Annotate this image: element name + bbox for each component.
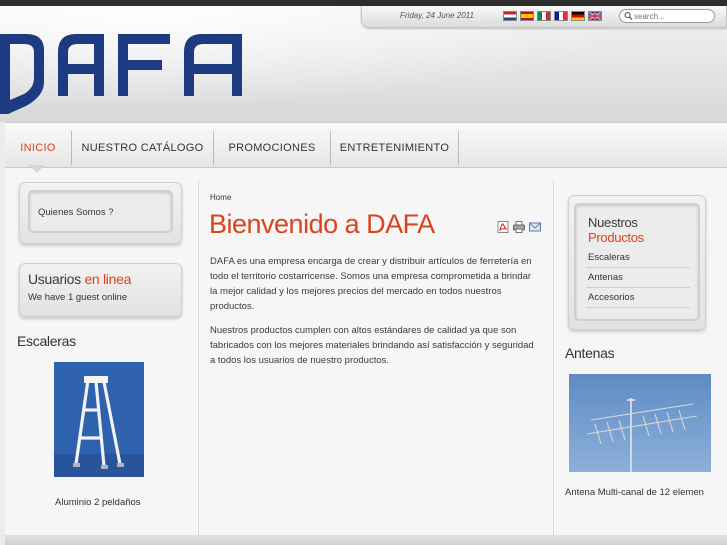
products-title-line1: Nuestros <box>588 215 638 230</box>
pdf-icon[interactable] <box>497 221 509 233</box>
nav-item-inicio[interactable]: INICIO <box>5 131 72 165</box>
email-icon[interactable] <box>529 221 541 233</box>
footer-bar <box>5 535 727 545</box>
usuarios-title-text: Usuarios <box>28 271 81 287</box>
active-nav-pointer <box>29 165 45 173</box>
nav-item-catalogo[interactable]: NUESTRO CATÁLOGO <box>72 131 214 165</box>
antenna-image[interactable] <box>569 374 711 472</box>
products-title: Nuestros Productos <box>588 215 644 245</box>
quienes-somos-link[interactable]: Quienes Somos ? <box>38 207 114 218</box>
escaleras-title: Escaleras <box>17 333 76 349</box>
search-input[interactable] <box>634 10 712 22</box>
divider <box>586 307 690 308</box>
nav-label: INICIO <box>20 142 56 154</box>
guests-online-text: We have 1 guest online <box>28 292 128 303</box>
search-icon <box>624 12 633 21</box>
flag-fr-icon[interactable] <box>554 11 568 21</box>
nav-label: NUESTRO CATÁLOGO <box>81 142 204 154</box>
nav-label: ENTRETENIMIENTO <box>339 142 450 154</box>
flag-de-icon[interactable] <box>571 11 585 21</box>
column-divider <box>198 180 199 545</box>
intro-paragraph: DAFA es una empresa encarga de crear y d… <box>210 256 532 312</box>
nav-item-promociones[interactable]: PROMOCIONES <box>214 131 331 165</box>
product-link-escaleras[interactable]: Escaleras <box>588 252 630 263</box>
ladder-image[interactable] <box>54 362 144 477</box>
antenas-caption[interactable]: Antena Multi-canal de 12 elemen <box>565 487 704 498</box>
nav-label: PROMOCIONES <box>228 142 316 154</box>
search-box[interactable] <box>619 9 715 23</box>
divider <box>586 267 690 268</box>
header: Friday, 24 June 2011 <box>0 0 727 122</box>
main-nav: INICIO NUESTRO CATÁLOGO PROMOCIONES ENTR… <box>5 122 727 168</box>
escaleras-caption[interactable]: Aluminio 2 peldaños <box>55 497 141 508</box>
flag-es-icon[interactable] <box>520 11 534 21</box>
divider <box>586 287 690 288</box>
antenas-title: Antenas <box>565 345 615 361</box>
print-icon[interactable] <box>513 221 525 233</box>
flag-nl-icon[interactable] <box>503 11 517 21</box>
products-title-line2: Productos <box>588 230 644 245</box>
nav-item-entretenimiento[interactable]: ENTRETENIMIENTO <box>331 131 459 165</box>
flag-it-icon[interactable] <box>537 11 551 21</box>
page-title: Bienvenido a DAFA <box>209 209 435 239</box>
product-link-antenas[interactable]: Antenas <box>588 272 623 283</box>
dafa-logo[interactable] <box>0 30 248 114</box>
top-bar: Friday, 24 June 2011 <box>361 6 727 28</box>
column-divider <box>553 180 554 545</box>
product-link-accesorios[interactable]: Accesorios <box>588 292 634 303</box>
quality-paragraph: Nuestros productos cumplen con altos est… <box>210 325 534 366</box>
breadcrumb[interactable]: Home <box>210 193 231 202</box>
usuarios-title-highlight: en linea <box>84 271 132 287</box>
usuarios-title: Usuarios en linea <box>28 271 131 287</box>
flag-en-icon[interactable] <box>588 11 602 21</box>
date-text: Friday, 24 June 2011 <box>400 11 474 20</box>
